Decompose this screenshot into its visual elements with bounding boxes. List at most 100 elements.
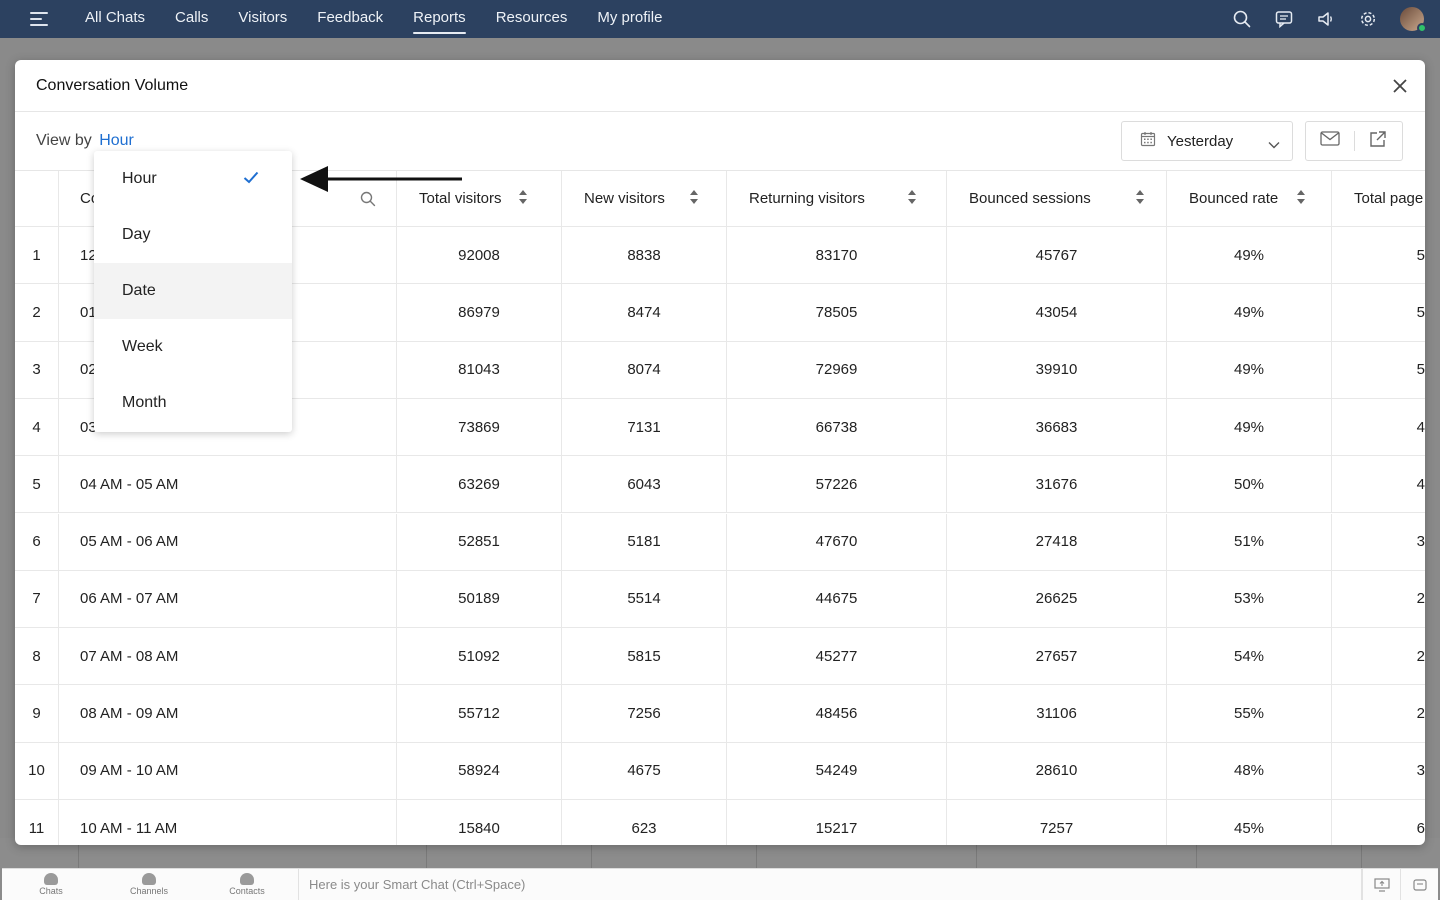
bottom-chats-button[interactable]: Chats bbox=[2, 869, 100, 900]
header-bounced-sessions[interactable]: Bounced sessions bbox=[947, 171, 1167, 226]
table-row: 6 05 AM - 06 AM 52851 5181 47670 27418 51% 3 bbox=[15, 513, 1425, 571]
smart-chat-input[interactable]: Here is your Smart Chat (Ctrl+Space) bbox=[298, 869, 1362, 900]
table-cell-n: 11 bbox=[15, 800, 59, 845]
table-cell-rate: 54% bbox=[1167, 628, 1332, 685]
table-cell-returning: 54249 bbox=[727, 742, 947, 799]
email-report-button[interactable] bbox=[1306, 122, 1354, 160]
table-row: 5 04 AM - 05 AM 63269 6043 57226 31676 50% 4 bbox=[15, 456, 1425, 514]
header-index-cell bbox=[15, 171, 59, 226]
header-bounced-sessions-label: Bounced sessions bbox=[969, 190, 1091, 207]
menu-icon[interactable] bbox=[30, 12, 50, 26]
table-cell-returning: 66738 bbox=[727, 398, 947, 456]
sort-icon[interactable] bbox=[1296, 189, 1306, 209]
table-cell-time: 04 AM - 05 AM bbox=[59, 456, 397, 513]
table-cell-time: 10 AM - 11 AM bbox=[59, 800, 397, 845]
table-cell-pages: 2 bbox=[1416, 647, 1425, 665]
view-by-selector[interactable]: Hour bbox=[99, 132, 134, 149]
bottom-chats-label: Chats bbox=[39, 886, 63, 896]
dropdown-option-label: Hour bbox=[122, 170, 157, 187]
export-actions bbox=[1305, 121, 1403, 161]
table-row: 10 09 AM - 10 AM 58924 4675 54249 28610 48% 3 bbox=[15, 742, 1425, 800]
nav-my-profile[interactable]: My profile bbox=[597, 0, 662, 38]
close-icon[interactable] bbox=[1391, 77, 1409, 95]
table-cell-n: 7 bbox=[15, 570, 59, 628]
header-total-pages-label: Total page bbox=[1354, 190, 1424, 207]
view-by: View by Hour bbox=[36, 132, 134, 150]
table-cell-returning: 47670 bbox=[727, 513, 947, 570]
nav-resources[interactable]: Resources bbox=[496, 0, 568, 38]
nav-reports[interactable]: Reports bbox=[413, 0, 466, 38]
table-cell-returning: 83170 bbox=[727, 227, 947, 284]
table-cell-pages: 3 bbox=[1416, 533, 1425, 551]
sort-icon[interactable] bbox=[907, 189, 917, 209]
table-cell-n: 9 bbox=[15, 685, 59, 742]
table-cell-bounced: 7257 bbox=[947, 800, 1167, 845]
notification-icon[interactable] bbox=[1400, 869, 1438, 900]
table-row: 7 06 AM - 07 AM 50189 5514 44675 26625 53% 2 bbox=[15, 570, 1425, 629]
nav-calls[interactable]: Calls bbox=[175, 0, 208, 38]
sort-icon[interactable] bbox=[689, 189, 699, 209]
online-status-dot bbox=[1417, 23, 1427, 33]
table-cell-total: 55712 bbox=[397, 685, 562, 742]
dropdown-option-day[interactable]: Day bbox=[94, 207, 292, 263]
header-new-visitors[interactable]: New visitors bbox=[562, 171, 727, 226]
dropdown-option-week[interactable]: Week bbox=[94, 319, 292, 375]
announcement-icon[interactable] bbox=[1316, 9, 1336, 29]
table-cell-total: 81043 bbox=[397, 341, 562, 398]
gear-icon[interactable] bbox=[1358, 9, 1378, 29]
table-row: 11 10 AM - 11 AM 15840 623 15217 7257 45% 6 bbox=[15, 800, 1425, 845]
table-cell-total: 92008 bbox=[397, 227, 562, 284]
table-cell-new: 5514 bbox=[562, 570, 727, 628]
sort-icon[interactable] bbox=[518, 189, 528, 209]
table-cell-pages: 2 bbox=[1416, 590, 1425, 608]
chevron-down-icon bbox=[1268, 136, 1280, 153]
table-cell-new: 6043 bbox=[562, 456, 727, 513]
dropdown-option-hour[interactable]: Hour bbox=[94, 151, 292, 207]
screen-share-icon[interactable] bbox=[1362, 869, 1400, 900]
nav-visitors[interactable]: Visitors bbox=[238, 0, 287, 38]
bottom-channels-label: Channels bbox=[129, 886, 169, 896]
table-cell-rate: 50% bbox=[1167, 456, 1332, 513]
nav-feedback[interactable]: Feedback bbox=[317, 0, 383, 38]
header-returning-visitors-label: Returning visitors bbox=[749, 190, 865, 207]
sort-icon[interactable] bbox=[1135, 189, 1145, 209]
mail-icon bbox=[1320, 131, 1340, 151]
dropdown-option-month[interactable]: Month bbox=[94, 375, 292, 431]
dropdown-option-date[interactable]: Date bbox=[94, 263, 292, 319]
table-cell-new: 8474 bbox=[562, 284, 727, 341]
table-cell-n: 4 bbox=[15, 398, 59, 456]
check-icon bbox=[243, 171, 259, 189]
view-by-label: View by bbox=[36, 132, 92, 149]
table-cell-rate: 55% bbox=[1167, 685, 1332, 742]
table-cell-pages: 6 bbox=[1416, 819, 1425, 837]
table-cell-total: 50189 bbox=[397, 570, 562, 628]
table-cell-returning: 48456 bbox=[727, 685, 947, 742]
table-cell-bounced: 31106 bbox=[947, 685, 1167, 742]
table-cell-returning: 72969 bbox=[727, 341, 947, 398]
table-cell-rate: 49% bbox=[1167, 398, 1332, 456]
date-range-select[interactable]: Yesterday bbox=[1121, 121, 1293, 161]
dropdown-option-label: Week bbox=[122, 338, 163, 355]
table-cell-bounced: 28610 bbox=[947, 742, 1167, 799]
table-cell-returning: 78505 bbox=[727, 284, 947, 341]
avatar[interactable] bbox=[1400, 7, 1427, 33]
table-cell-rate: 53% bbox=[1167, 570, 1332, 628]
table-cell-total: 52851 bbox=[397, 513, 562, 570]
table-cell-time: 09 AM - 10 AM bbox=[59, 742, 397, 799]
header-returning-visitors[interactable]: Returning visitors bbox=[727, 171, 947, 226]
chat-icon[interactable] bbox=[1274, 9, 1294, 29]
table-cell-rate: 45% bbox=[1167, 800, 1332, 845]
bottom-contacts-label: Contacts bbox=[229, 886, 265, 896]
search-icon[interactable] bbox=[1232, 9, 1252, 29]
table-cell-returning: 44675 bbox=[727, 570, 947, 628]
table-cell-new: 7256 bbox=[562, 685, 727, 742]
nav-all-chats[interactable]: All Chats bbox=[85, 0, 145, 38]
export-report-button[interactable] bbox=[1354, 122, 1402, 160]
table-cell-n: 8 bbox=[15, 628, 59, 685]
bottom-contacts-button[interactable]: Contacts bbox=[198, 869, 296, 900]
header-bounced-rate[interactable]: Bounced rate bbox=[1167, 171, 1332, 226]
bottom-channels-button[interactable]: Channels bbox=[100, 869, 198, 900]
header-total-pages[interactable]: Total page bbox=[1332, 171, 1425, 226]
table-cell-returning: 15217 bbox=[727, 800, 947, 845]
table-cell-bounced: 27657 bbox=[947, 628, 1167, 685]
